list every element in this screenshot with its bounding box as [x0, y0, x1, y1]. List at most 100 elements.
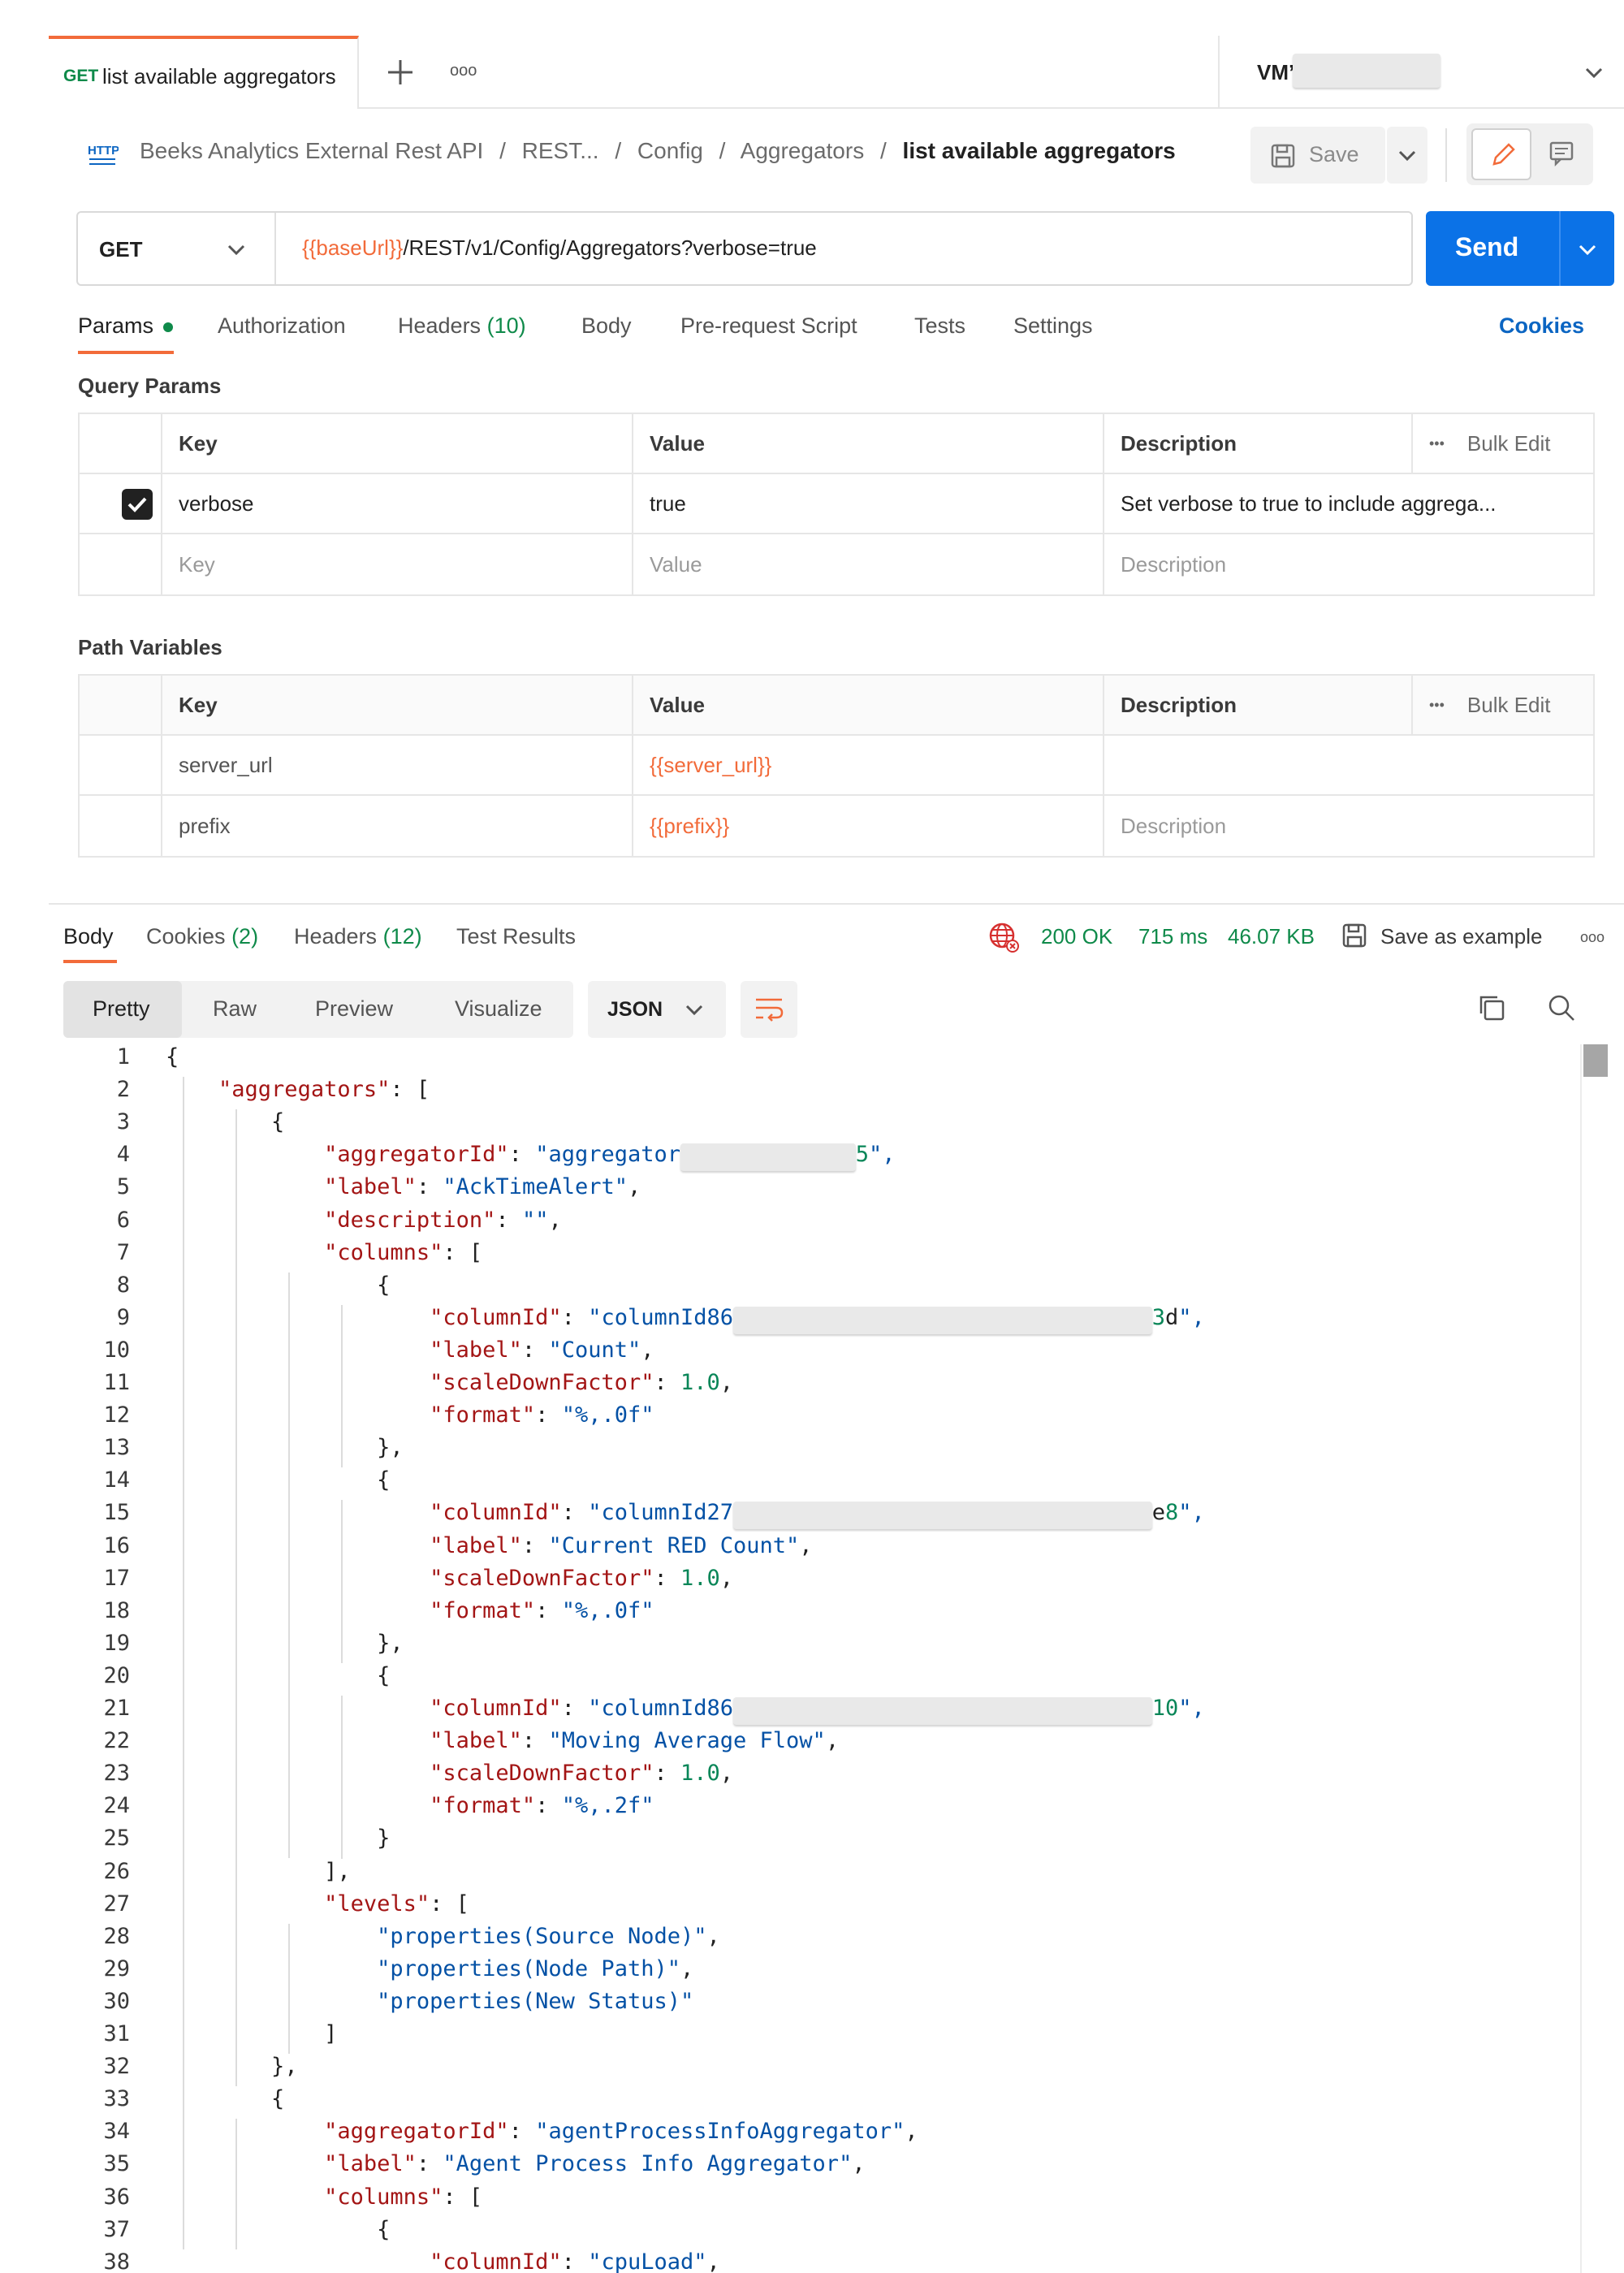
comments-button[interactable]	[1535, 128, 1588, 180]
tab-authorization[interactable]: Authorization	[218, 313, 346, 339]
tab-params[interactable]: Params	[78, 313, 173, 339]
code-line: "columnId": "columnId27	[430, 1500, 734, 1526]
param-key-placeholder[interactable]: Key	[161, 534, 632, 594]
method-value: GET	[99, 237, 143, 261]
breadcrumb-separator: /	[879, 138, 887, 163]
code-line: "label": "Count",	[430, 1337, 654, 1363]
url-input[interactable]: {{baseUrl}}/REST/v1/Config/Aggregators?v…	[302, 236, 817, 261]
response-size[interactable]: 46.07 KB	[1228, 924, 1315, 949]
format-select[interactable]: JSON	[588, 981, 726, 1038]
line-number: 36	[103, 2184, 130, 2210]
response-tab-cookies-count: (2)	[231, 924, 259, 949]
code-line: "scaleDownFactor": 1.0,	[430, 1761, 734, 1787]
line-number: 29	[103, 1955, 130, 1981]
breadcrumb-aggregators[interactable]: Aggregators	[741, 138, 865, 163]
body-tab-underline	[63, 960, 117, 963]
line-number: 3	[116, 1109, 130, 1135]
response-tab-cookies[interactable]: Cookies (2)	[146, 924, 258, 949]
breadcrumb-collection[interactable]: Beeks Analytics External Rest API	[140, 138, 483, 163]
save-button[interactable]: Save	[1250, 127, 1385, 184]
status-code[interactable]: 200 OK	[1041, 924, 1112, 949]
code-line: "properties(New Status)"	[377, 1988, 694, 2014]
cookies-link[interactable]: Cookies	[1499, 313, 1584, 339]
code-line: "label": "Moving Average Flow",	[430, 1728, 840, 1754]
save-options-button[interactable]	[1387, 127, 1427, 184]
column-header-value: Value	[632, 414, 1103, 473]
view-pretty[interactable]: Pretty	[93, 996, 150, 1022]
scrollbar-thumb[interactable]	[1583, 1044, 1608, 1077]
breadcrumb-config[interactable]: Config	[637, 138, 703, 163]
response-tab-headers[interactable]: Headers (12)	[294, 924, 422, 949]
plus-icon	[388, 60, 412, 84]
path-description-cell[interactable]: Description	[1103, 796, 1595, 856]
path-description-cell[interactable]	[1103, 736, 1595, 794]
code-line: "scaleDownFactor": 1.0,	[430, 1565, 734, 1591]
tab-tests[interactable]: Tests	[914, 313, 965, 339]
line-number: 26	[103, 1858, 130, 1884]
response-tab-body[interactable]: Body	[63, 924, 114, 949]
view-visualize[interactable]: Visualize	[455, 996, 542, 1022]
tab-prerequest-script[interactable]: Pre-request Script	[680, 313, 857, 339]
line-number: 28	[103, 1923, 130, 1949]
divider	[1445, 128, 1447, 182]
column-header-key: Key	[161, 414, 632, 473]
copy-icon[interactable]	[1476, 992, 1507, 1023]
line-number: 10	[103, 1337, 130, 1363]
checkmark-icon	[127, 497, 147, 512]
redacted-value	[732, 1306, 1152, 1334]
bulk-edit-link[interactable]: Bulk Edit	[1467, 431, 1551, 456]
path-value-cell[interactable]: {{server_url}}	[632, 736, 1103, 794]
bulk-edit-link[interactable]: Bulk Edit	[1467, 693, 1551, 718]
send-button[interactable]: Send	[1426, 211, 1614, 286]
param-description-placeholder[interactable]: Description	[1103, 534, 1595, 594]
tab-headers-count: (10)	[486, 313, 526, 338]
request-tab[interactable]: GET list available aggregators	[49, 36, 359, 109]
tabs-more-button[interactable]: ooo	[450, 62, 477, 80]
response-tab-test-results[interactable]: Test Results	[456, 924, 576, 949]
code-line: "format": "%,.2f"	[430, 1793, 654, 1819]
params-tab-underline	[78, 351, 174, 354]
view-preview[interactable]: Preview	[315, 996, 393, 1022]
param-checkbox[interactable]	[122, 489, 153, 520]
table-row-empty: Key Value Description	[80, 534, 1593, 594]
param-value-placeholder[interactable]: Value	[632, 534, 1103, 594]
save-icon	[1342, 923, 1367, 948]
tab-headers[interactable]: Headers (10)	[398, 313, 526, 339]
response-body-viewer[interactable]: 1 {2 "aggregators": [3 {4 "aggregatorId":…	[0, 1044, 1624, 2273]
param-description-cell[interactable]: Set verbose to true to include aggrega..…	[1103, 474, 1595, 533]
method-select[interactable]: GET	[78, 213, 276, 284]
tab-params-label: Params	[78, 313, 154, 338]
code-line: {	[377, 1272, 391, 1298]
response-time[interactable]: 715 ms	[1138, 924, 1207, 949]
more-options-button[interactable]: •••	[1429, 697, 1445, 714]
line-number: 33	[103, 2086, 130, 2112]
new-tab-button[interactable]	[382, 54, 419, 91]
tab-settings[interactable]: Settings	[1013, 313, 1093, 339]
path-value-cell[interactable]: {{prefix}}	[632, 796, 1103, 856]
param-key-cell[interactable]: verbose	[161, 474, 632, 533]
environment-selector[interactable]: VM’	[1218, 36, 1624, 109]
breadcrumb-rest[interactable]: REST...	[522, 138, 599, 163]
edit-mode-button[interactable]	[1471, 128, 1531, 180]
view-raw[interactable]: Raw	[213, 996, 257, 1022]
pane-divider	[49, 903, 1624, 905]
redacted-value	[680, 1143, 856, 1172]
column-header-key: Key	[161, 676, 632, 734]
code-line: "aggregatorId": "aggregator	[324, 1142, 680, 1168]
more-options-button[interactable]: •••	[1429, 435, 1445, 452]
path-key-cell: server_url	[161, 736, 632, 794]
tab-body[interactable]: Body	[581, 313, 632, 339]
network-globe-icon[interactable]	[987, 921, 1020, 953]
send-label: Send	[1455, 232, 1519, 261]
save-as-example-button[interactable]: Save as example	[1380, 924, 1542, 949]
line-number: 25	[103, 1826, 130, 1852]
search-icon[interactable]	[1546, 992, 1577, 1023]
line-number: 18	[103, 1597, 130, 1623]
line-number: 2	[116, 1077, 130, 1103]
line-number: 21	[103, 1696, 130, 1721]
wrap-lines-button[interactable]	[741, 981, 797, 1038]
param-value-cell[interactable]: true	[632, 474, 1103, 533]
response-more-button[interactable]: ooo	[1580, 929, 1605, 946]
chevron-down-icon[interactable]	[1575, 239, 1600, 260]
http-request-icon: HTTP	[86, 140, 119, 167]
